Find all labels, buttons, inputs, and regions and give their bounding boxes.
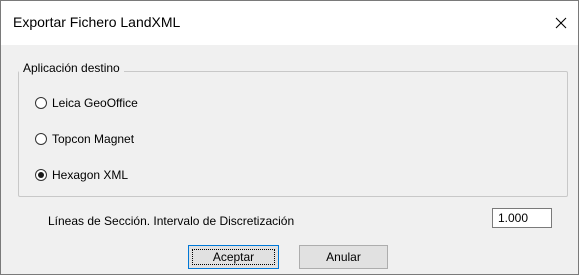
radio-button-icon[interactable]: [35, 97, 47, 109]
radio-leica-geooffice[interactable]: Leica GeoOffice: [35, 96, 138, 110]
interval-label: Líneas de Sección. Intervalo de Discreti…: [48, 214, 295, 228]
close-button[interactable]: [544, 1, 578, 45]
accept-button-label: Aceptar: [212, 250, 255, 264]
radio-hexagon-xml[interactable]: Hexagon XML: [35, 168, 128, 182]
title-bar[interactable]: Exportar Fichero LandXML: [1, 1, 578, 45]
close-icon: [555, 17, 567, 29]
radio-label: Hexagon XML: [52, 168, 129, 182]
interval-input[interactable]: 1.000: [492, 208, 552, 228]
radio-button-checked-icon[interactable]: [35, 169, 47, 181]
radio-label: Topcon Magnet: [52, 132, 135, 146]
export-landxml-dialog: Exportar Fichero LandXML Aplicación dest…: [0, 0, 579, 275]
radio-button-icon[interactable]: [35, 133, 47, 145]
radio-label: Leica GeoOffice: [52, 96, 138, 110]
cancel-button-label: Anular: [326, 250, 361, 264]
cancel-button[interactable]: Anular: [299, 245, 388, 269]
accept-button[interactable]: Aceptar: [188, 245, 279, 269]
dialog-title: Exportar Fichero LandXML: [13, 14, 181, 30]
radio-topcon-magnet[interactable]: Topcon Magnet: [35, 132, 134, 146]
target-application-legend: Aplicación destino: [19, 60, 124, 76]
